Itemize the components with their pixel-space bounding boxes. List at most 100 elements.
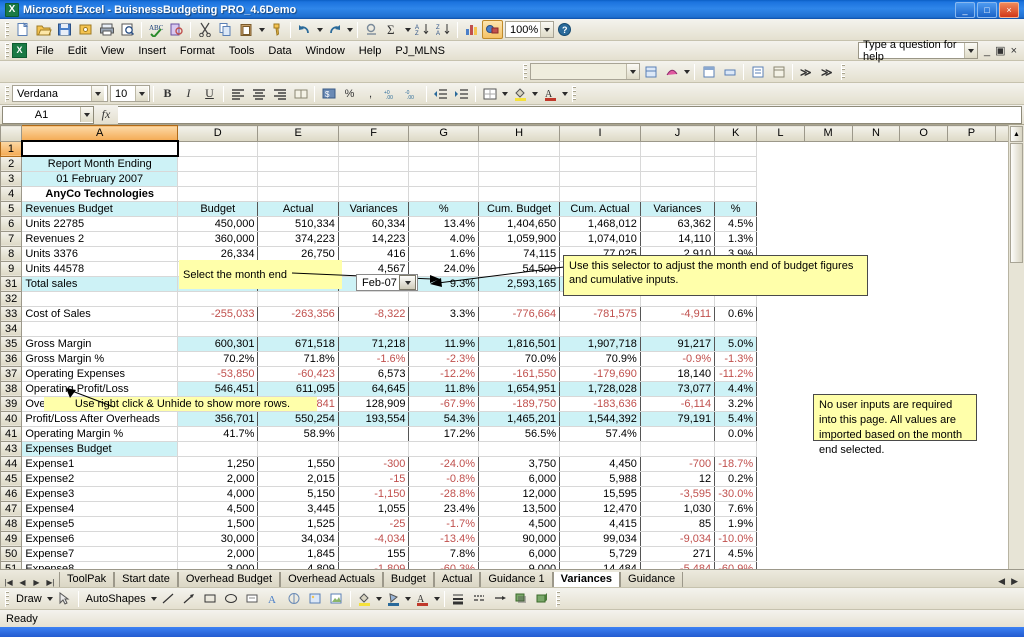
rectangle-icon[interactable] bbox=[200, 589, 221, 608]
grid-cell[interactable]: AnyCo Technologies bbox=[22, 186, 178, 201]
grid-cell[interactable]: 11.9% bbox=[409, 336, 479, 351]
grid-cell[interactable] bbox=[804, 201, 852, 216]
grid-cell[interactable]: 2,593,165 bbox=[478, 276, 559, 291]
grid-cell[interactable] bbox=[900, 246, 948, 261]
sheet-tab-guidance-1[interactable]: Guidance 1 bbox=[480, 572, 552, 587]
formula-input[interactable] bbox=[118, 106, 1022, 124]
row-header-41[interactable]: 41 bbox=[1, 426, 22, 441]
grid-cell[interactable]: -25 bbox=[338, 516, 409, 531]
grid-cell[interactable]: 4,415 bbox=[560, 516, 641, 531]
grid-cell[interactable]: 4,809 bbox=[258, 561, 338, 569]
italic-button[interactable]: I bbox=[178, 84, 199, 103]
grid-cell[interactable] bbox=[900, 471, 948, 486]
menu-grip[interactable] bbox=[5, 43, 9, 59]
grid-cell[interactable] bbox=[852, 321, 900, 336]
grid-cell[interactable] bbox=[948, 501, 996, 516]
minimize-button[interactable]: _ bbox=[955, 2, 975, 18]
grid-cell[interactable]: 550,254 bbox=[258, 411, 338, 426]
grid-cell[interactable]: Cost of Sales bbox=[22, 306, 178, 321]
grid-cell[interactable] bbox=[948, 366, 996, 381]
drawing-grip[interactable] bbox=[5, 591, 9, 607]
row-header-9[interactable]: 9 bbox=[1, 261, 22, 276]
vertical-scroll-thumb[interactable] bbox=[1010, 143, 1023, 263]
grid-cell[interactable] bbox=[757, 351, 805, 366]
column-header-e[interactable]: E bbox=[258, 126, 338, 142]
help-dropdown-icon[interactable] bbox=[964, 43, 977, 58]
grid-cell[interactable]: -776,664 bbox=[478, 306, 559, 321]
grid-cell[interactable] bbox=[900, 321, 948, 336]
prev-sheet-button[interactable]: ◀ bbox=[16, 578, 29, 587]
grid-cell[interactable]: 1,544,392 bbox=[560, 411, 641, 426]
grid-cell[interactable] bbox=[757, 486, 805, 501]
grid-cell[interactable] bbox=[852, 501, 900, 516]
bold-button[interactable]: B bbox=[157, 84, 178, 103]
grid-cell[interactable]: 54.3% bbox=[409, 411, 479, 426]
undo-dropdown-icon[interactable] bbox=[315, 20, 324, 39]
grid-cell[interactable] bbox=[640, 426, 714, 441]
grid-cell[interactable]: Expense6 bbox=[22, 531, 178, 546]
grid-cell[interactable]: 30,000 bbox=[178, 531, 258, 546]
shadow-style-icon[interactable] bbox=[511, 589, 532, 608]
grid-cell[interactable] bbox=[338, 321, 409, 336]
grid-cell[interactable] bbox=[948, 546, 996, 561]
grid-cell[interactable]: 71.8% bbox=[258, 351, 338, 366]
always-display-items-icon[interactable]: ≫ bbox=[817, 62, 838, 81]
grid-cell[interactable] bbox=[804, 456, 852, 471]
grid-cell[interactable] bbox=[478, 186, 559, 201]
grid-cell[interactable] bbox=[852, 231, 900, 246]
grid-cell[interactable]: 4.5% bbox=[715, 546, 757, 561]
grid-cell[interactable] bbox=[757, 456, 805, 471]
field-settings-icon[interactable] bbox=[698, 62, 719, 81]
grid-cell[interactable] bbox=[338, 291, 409, 306]
grid-cell[interactable] bbox=[948, 216, 996, 231]
grid-cell[interactable] bbox=[852, 546, 900, 561]
grid-cell[interactable]: Operating Margin % bbox=[22, 426, 178, 441]
grid-cell[interactable]: 26,750 bbox=[258, 246, 338, 261]
grid-cell[interactable] bbox=[804, 516, 852, 531]
research-icon[interactable] bbox=[166, 20, 187, 39]
grid-cell[interactable]: 63,362 bbox=[640, 216, 714, 231]
grid-cell[interactable] bbox=[948, 261, 996, 276]
grid-cell[interactable] bbox=[478, 141, 559, 156]
print-icon[interactable] bbox=[96, 20, 117, 39]
grid-cell[interactable] bbox=[715, 156, 757, 171]
grid-cell[interactable] bbox=[948, 531, 996, 546]
grid-cell[interactable]: 1,468,012 bbox=[560, 216, 641, 231]
row-header-35[interactable]: 35 bbox=[1, 336, 22, 351]
menu-item-tools[interactable]: Tools bbox=[222, 43, 262, 59]
grid-cell[interactable] bbox=[757, 366, 805, 381]
grid-cell[interactable] bbox=[338, 426, 409, 441]
autosum-dropdown-icon[interactable] bbox=[403, 20, 412, 39]
first-sheet-button[interactable]: |◀ bbox=[2, 578, 15, 587]
paste-dropdown-icon[interactable] bbox=[257, 20, 266, 39]
grid-cell[interactable] bbox=[338, 186, 409, 201]
decrease-decimal-icon[interactable]: -0.00 bbox=[402, 84, 423, 103]
grid-cell[interactable]: Expense1 bbox=[22, 456, 178, 471]
grid-cell[interactable]: 79,191 bbox=[640, 411, 714, 426]
grid-cell[interactable] bbox=[715, 141, 757, 156]
grid-cell[interactable]: 4.0% bbox=[409, 231, 479, 246]
font-name-select[interactable]: Verdana bbox=[12, 85, 108, 102]
grid-cell[interactable]: 1,074,010 bbox=[560, 231, 641, 246]
grid-cell[interactable] bbox=[900, 336, 948, 351]
row-header-33[interactable]: 33 bbox=[1, 306, 22, 321]
menu-item-file[interactable]: File bbox=[29, 43, 61, 59]
grid-cell[interactable]: 85 bbox=[640, 516, 714, 531]
grid-cell[interactable]: 1,465,201 bbox=[478, 411, 559, 426]
grid-cell[interactable] bbox=[178, 141, 258, 156]
grid-cell[interactable] bbox=[757, 516, 805, 531]
vertical-scrollbar[interactable]: ▲ bbox=[1008, 125, 1024, 569]
grid-cell[interactable] bbox=[757, 411, 805, 426]
wordart-icon[interactable]: A bbox=[263, 589, 284, 608]
menu-item-format[interactable]: Format bbox=[173, 43, 222, 59]
grid-cell[interactable]: -300 bbox=[338, 456, 409, 471]
grid-cell[interactable] bbox=[900, 276, 948, 291]
sheet-tab-variances[interactable]: Variances bbox=[553, 572, 620, 587]
grid-cell[interactable]: -183,636 bbox=[560, 396, 641, 411]
fill-color-dropdown-icon[interactable] bbox=[530, 84, 539, 103]
row-header-47[interactable]: 47 bbox=[1, 501, 22, 516]
grid-cell[interactable]: -1,809 bbox=[338, 561, 409, 569]
grid-cell[interactable]: Variances bbox=[640, 201, 714, 216]
grid-cell[interactable]: Expense7 bbox=[22, 546, 178, 561]
grid-cell[interactable] bbox=[409, 321, 479, 336]
